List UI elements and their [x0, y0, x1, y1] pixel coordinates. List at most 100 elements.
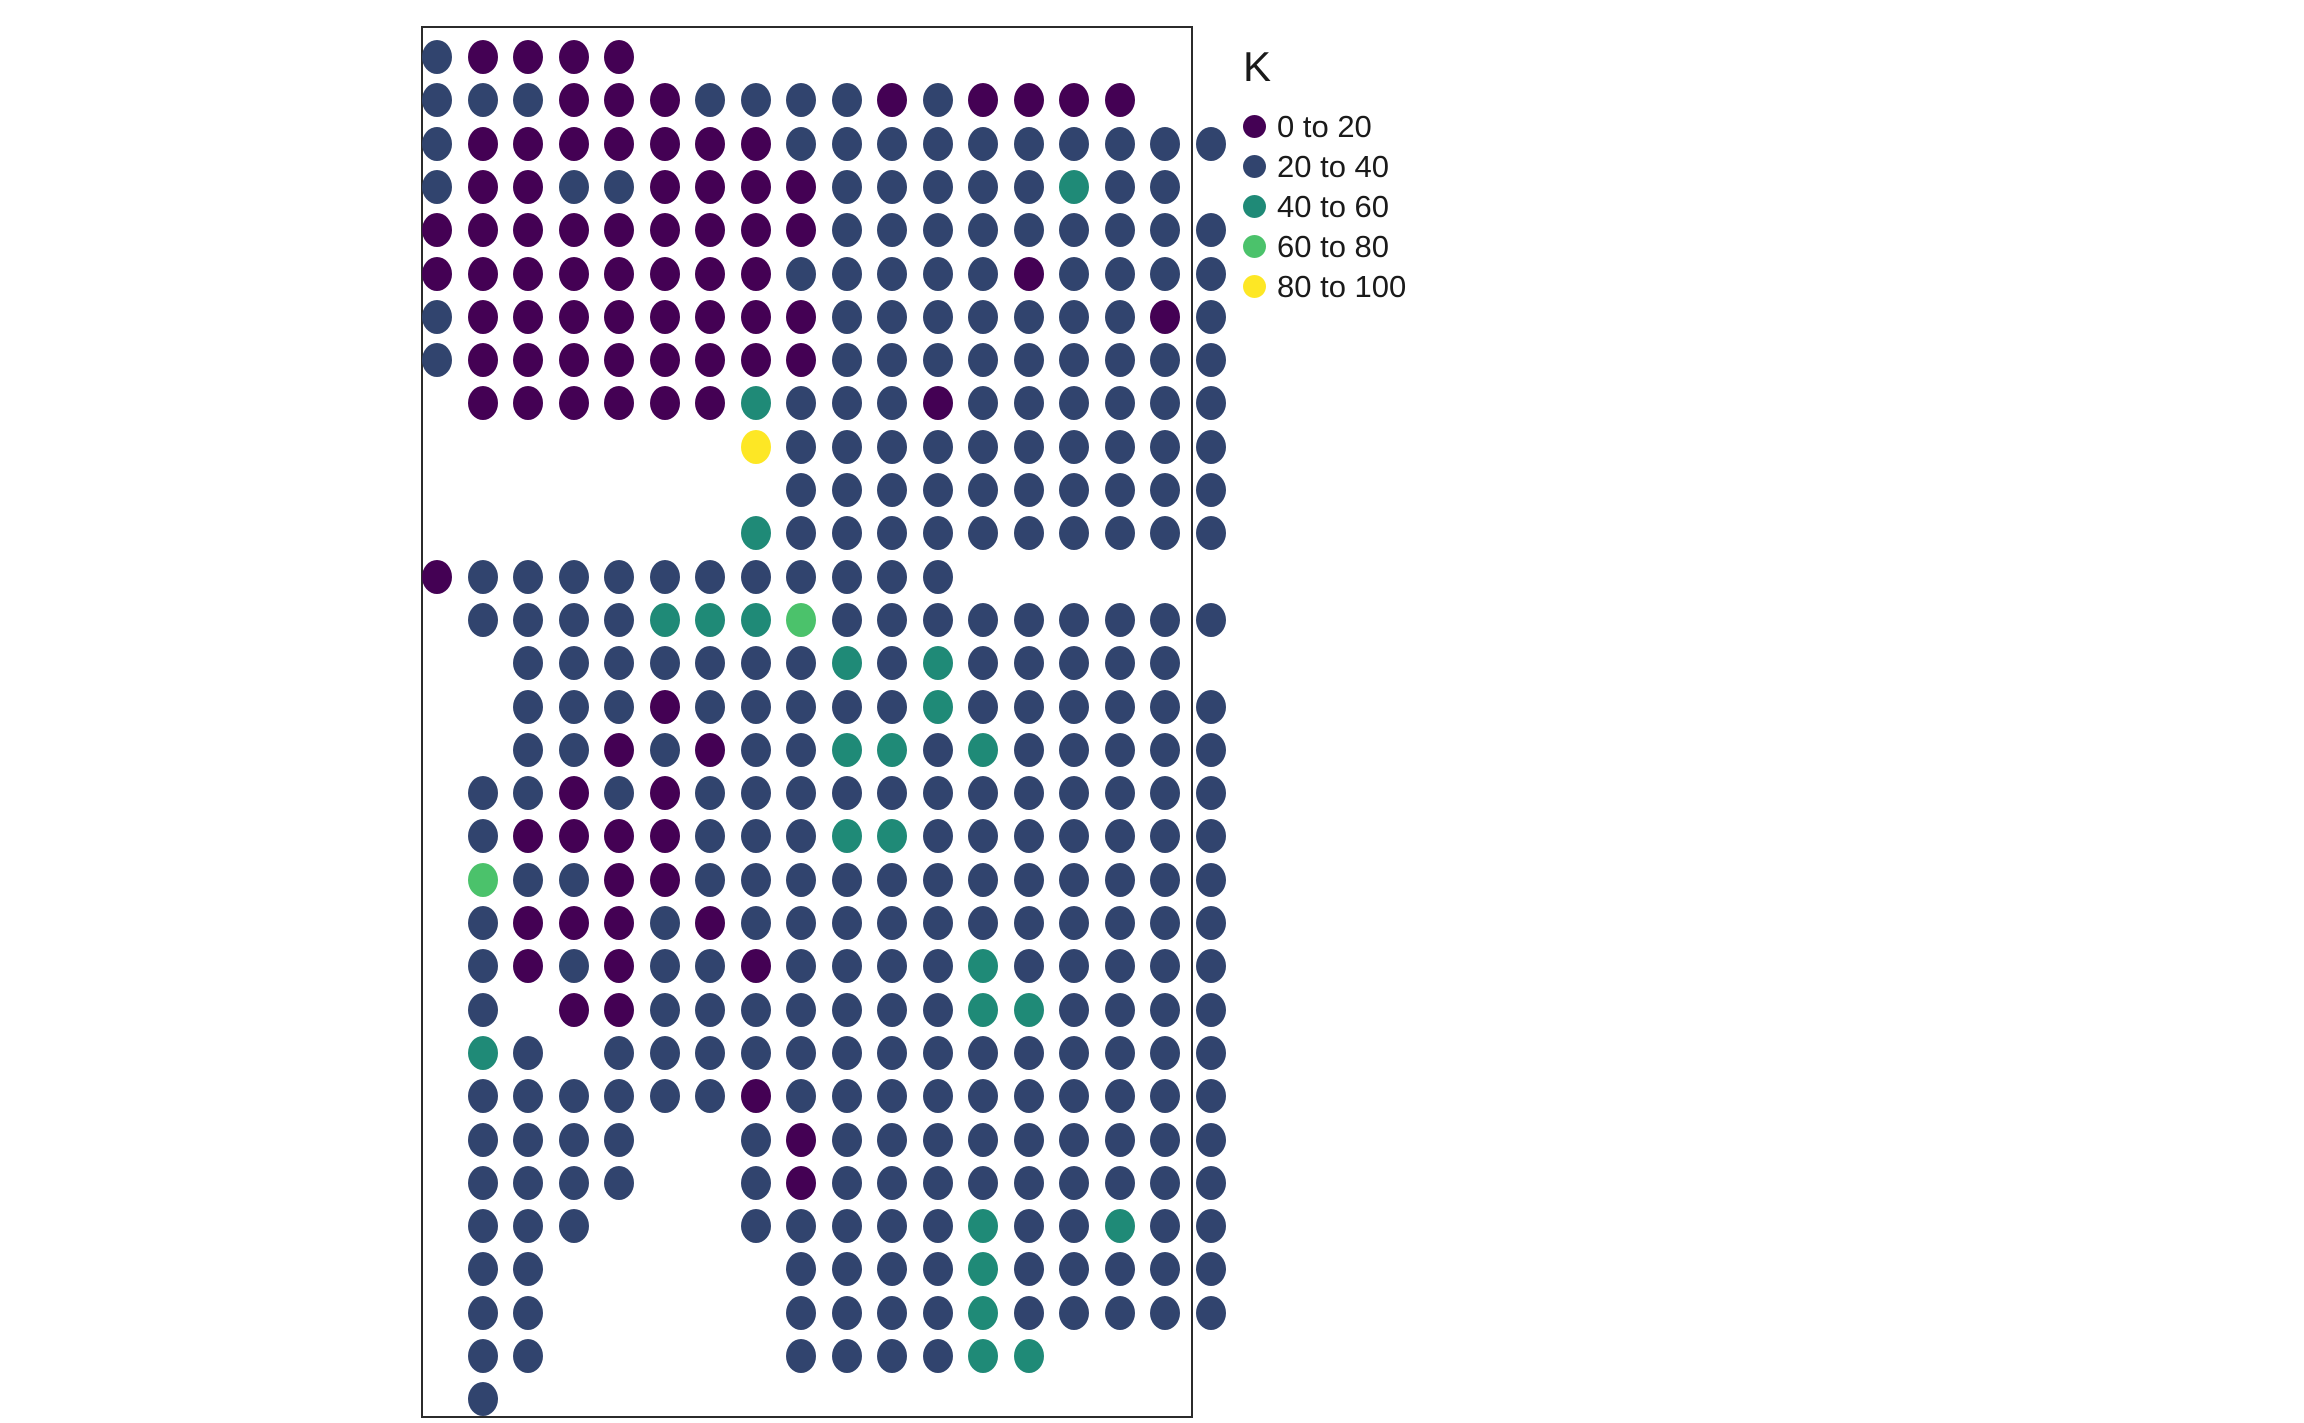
data-point: [1104, 256, 1135, 291]
data-point: [1104, 776, 1135, 811]
legend-swatch-icon: [1243, 234, 1266, 258]
data-point: [1059, 1122, 1089, 1157]
data-point: [1013, 299, 1044, 334]
data-point: [604, 386, 634, 421]
data-point: [786, 473, 816, 507]
data-point: [1195, 256, 1226, 291]
data-point: [877, 429, 907, 464]
data-point: [558, 40, 589, 74]
data-point: [877, 732, 907, 767]
data-point: [877, 516, 907, 551]
data-point: [467, 992, 498, 1027]
data-point: [467, 1079, 498, 1114]
data-point: [1195, 906, 1226, 940]
data-point: [922, 906, 953, 940]
data-point: [1013, 1295, 1044, 1330]
data-point: [831, 992, 862, 1027]
data-point: [1150, 126, 1180, 161]
data-point: [968, 1295, 998, 1330]
legend-swatch-icon: [1243, 154, 1266, 178]
data-point: [558, 169, 589, 204]
data-point: [831, 689, 862, 724]
data-point: [1104, 1252, 1135, 1287]
data-point: [968, 473, 998, 507]
legend-item[interactable]: 80 to 100: [1243, 266, 1573, 306]
data-point: [1013, 689, 1044, 724]
data-point: [1013, 429, 1044, 464]
data-point: [695, 256, 725, 291]
data-point: [1013, 776, 1044, 811]
data-point: [1150, 256, 1180, 291]
data-point: [1059, 299, 1089, 334]
data-point: [831, 299, 862, 334]
data-point: [695, 776, 725, 811]
data-point: [1150, 473, 1180, 507]
data-point: [1150, 992, 1180, 1027]
data-point: [1013, 646, 1044, 681]
data-point: [786, 1035, 816, 1070]
data-point: [877, 992, 907, 1027]
data-point: [740, 1165, 771, 1200]
data-point: [695, 646, 725, 681]
data-point: [695, 169, 725, 204]
data-point: [922, 343, 953, 378]
data-point: [1195, 473, 1226, 507]
data-point: [467, 1209, 498, 1244]
data-point: [1059, 1295, 1089, 1330]
data-point: [467, 1252, 498, 1287]
data-point: [968, 343, 998, 378]
data-point: [1013, 1165, 1044, 1200]
data-point: [467, 343, 498, 378]
data-point: [1013, 343, 1044, 378]
data-point: [1195, 949, 1226, 984]
data-point: [740, 83, 771, 118]
legend-swatch-icon: [1243, 194, 1266, 218]
data-point: [786, 689, 816, 724]
data-point: [1013, 732, 1044, 767]
data-point: [1059, 1252, 1089, 1287]
data-point: [922, 1122, 953, 1157]
data-point: [604, 949, 634, 984]
data-point: [831, 343, 862, 378]
data-point: [1150, 299, 1180, 334]
data-point: [1150, 213, 1180, 248]
data-point: [1104, 343, 1135, 378]
data-point: [422, 299, 452, 334]
legend-item[interactable]: 60 to 80: [1243, 226, 1573, 266]
data-point: [1150, 819, 1180, 854]
data-point: [1059, 862, 1089, 897]
data-point: [695, 343, 725, 378]
data-point: [1013, 1252, 1044, 1287]
data-point: [558, 256, 589, 291]
data-point: [877, 906, 907, 940]
data-point: [422, 559, 452, 594]
data-point: [877, 386, 907, 421]
data-point: [1104, 213, 1135, 248]
data-point: [786, 429, 816, 464]
data-point: [831, 646, 862, 681]
data-point: [1195, 343, 1226, 378]
data-point: [558, 862, 589, 897]
data-point: [1150, 1035, 1180, 1070]
data-point: [1150, 602, 1180, 637]
data-point: [1150, 1295, 1180, 1330]
data-point: [422, 126, 452, 161]
legend-item-label: 80 to 100: [1277, 268, 1407, 304]
data-point: [740, 906, 771, 940]
data-point: [922, 256, 953, 291]
legend-title: K: [1243, 43, 1272, 90]
data-point: [968, 299, 998, 334]
data-point: [1013, 1035, 1044, 1070]
data-point: [922, 83, 953, 118]
legend-item[interactable]: 20 to 40: [1243, 146, 1573, 186]
data-point: [877, 169, 907, 204]
data-point: [558, 819, 589, 854]
data-point: [1104, 429, 1135, 464]
data-point: [1013, 906, 1044, 940]
data-point: [422, 83, 452, 118]
data-point: [1150, 1165, 1180, 1200]
data-point: [1059, 906, 1089, 940]
data-point: [513, 83, 543, 118]
legend-item[interactable]: 0 to 20: [1243, 106, 1573, 146]
legend-item[interactable]: 40 to 60: [1243, 186, 1573, 226]
